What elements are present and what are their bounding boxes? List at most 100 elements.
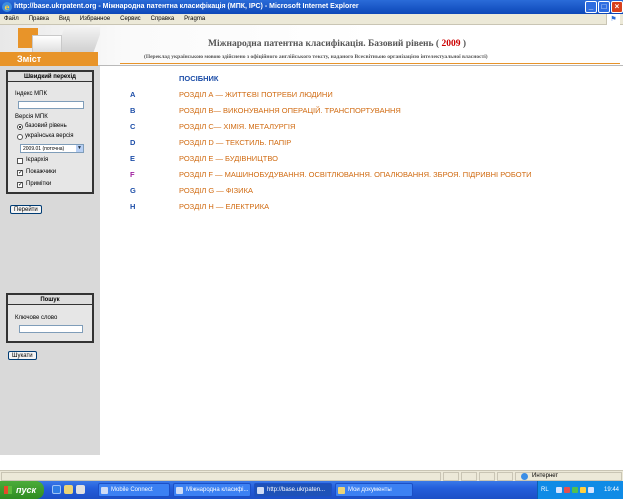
start-label: пуск (16, 485, 37, 495)
page-title-close: ) (462, 39, 467, 49)
section-link[interactable]: РОЗДІЛ С— ХІМІЯ. МЕТАЛУРГІЯ (179, 122, 295, 131)
main-content: ПОСІБНИК A РОЗДІЛ А — ЖИТТЄВІ ПОТРЕБИ ЛЮ… (100, 66, 623, 455)
checkbox-pointers[interactable]: ✓ (17, 170, 23, 176)
checkbox-pointers-label: Покажчики (26, 169, 57, 175)
quicklaunch-ie-icon[interactable] (52, 485, 61, 494)
status-pane (461, 472, 477, 481)
checkbox-notes[interactable]: ✓ (17, 182, 23, 188)
window-title: http://base.ukrpatent.org - Міжнародна п… (14, 3, 359, 10)
radio-ukrainian-version[interactable] (17, 134, 23, 140)
menu-file[interactable]: Файл (0, 14, 23, 25)
search-panel: Пошук Ключове слово (6, 293, 94, 343)
index-label: Індекс МПК (15, 91, 47, 97)
section-letter[interactable]: C (130, 122, 135, 131)
section-link[interactable]: РОЗДІЛ F — МАШИНОБУДУВАННЯ. ОСВІТЛЮВАННЯ… (179, 170, 532, 179)
close-button[interactable]: × (611, 1, 623, 13)
page-title-text: Міжнародна патентна класифікація. Базови… (208, 39, 440, 49)
search-heading: Пошук (8, 295, 92, 305)
section-link[interactable]: РОЗДІЛ А — ЖИТТЄВІ ПОТРЕБИ ЛЮДИНИ (179, 90, 333, 99)
windows-logo-icon (4, 486, 12, 494)
sidebar: Швидкий перехід Індекс МПК Версія МПК ба… (0, 66, 100, 455)
status-pane (497, 472, 513, 481)
keyword-input[interactable] (19, 325, 83, 333)
keyword-label: Ключове слово (15, 315, 58, 321)
status-bar: Интернет (0, 470, 623, 481)
task-mobile-connect[interactable]: Mobile Connect (98, 483, 170, 497)
tray-icon[interactable] (572, 487, 578, 493)
checkbox-hierarchy-label: Ієрархія (26, 157, 49, 163)
start-button[interactable]: пуск (0, 481, 44, 499)
menu-bar: Файл Правка Вид Избранное Сервис Справка… (0, 14, 623, 25)
page-subtitle: (Переклад українською мовою здійснено з … (144, 54, 488, 60)
status-pane (479, 472, 495, 481)
app-icon (176, 487, 183, 494)
version-select-value: 2009.01 (поточна) (23, 146, 65, 152)
page-title-year: 2009 (441, 39, 461, 49)
task-label: Мои документы (348, 487, 392, 493)
search-button[interactable]: Шукати (8, 351, 37, 360)
task-classification[interactable]: Міжнародна класифі... (173, 483, 251, 497)
guide-link[interactable]: ПОСІБНИК (179, 74, 219, 83)
status-pane (443, 472, 459, 481)
status-pane (1, 472, 441, 481)
task-label: Mobile Connect (111, 487, 153, 493)
section-link[interactable]: РОЗДІЛ В— ВИКОНУВАННЯ ОПЕРАЦІЙ. ТРАНСПОР… (179, 106, 401, 115)
section-letter[interactable]: H (130, 202, 135, 211)
globe-icon (521, 473, 528, 480)
quicklaunch-folder-icon[interactable] (64, 485, 73, 494)
page-title: Міжнародна патентна класифікація. Базови… (208, 39, 466, 49)
section-link[interactable]: РОЗДІЛ Е — БУДІВНИЦТВО (179, 154, 278, 163)
maximize-button[interactable]: □ (598, 1, 610, 13)
index-input[interactable] (18, 101, 84, 109)
language-indicator[interactable]: RL (541, 481, 549, 499)
menu-pragma[interactable]: Pragma (180, 14, 209, 25)
tray-icon[interactable] (580, 487, 586, 493)
radio-basic-level[interactable] (17, 124, 23, 130)
contents-link[interactable]: Зміст (0, 52, 98, 66)
quicklaunch-desktop-icon[interactable] (76, 485, 85, 494)
volume-icon[interactable] (588, 487, 594, 493)
section-letter[interactable]: E (130, 154, 135, 163)
tray-icon[interactable] (564, 487, 570, 493)
menu-view[interactable]: Вид (55, 14, 74, 25)
folder-icon (338, 487, 345, 494)
windows-flag-icon: ⚑ (606, 14, 620, 25)
checkbox-notes-label: Примітки (26, 181, 52, 187)
section-letter[interactable]: A (130, 90, 135, 99)
minimize-button[interactable]: _ (585, 1, 597, 13)
system-tray: RL 19:44 (537, 481, 623, 499)
site-logo: Зміст (0, 25, 100, 66)
menu-edit[interactable]: Правка (25, 14, 53, 25)
section-link[interactable]: РОЗДІЛ G — ФІЗИКА (179, 186, 253, 195)
quick-nav-heading: Швидкий перехід (8, 72, 92, 82)
section-letter[interactable]: F (130, 170, 135, 179)
taskbar: пуск Mobile Connect Міжнародна класифі..… (0, 481, 623, 499)
task-label: http://base.ukrpaten... (267, 487, 326, 493)
menu-tools[interactable]: Сервис (116, 14, 145, 25)
header-divider (120, 63, 620, 64)
tray-icon[interactable] (556, 487, 562, 493)
quick-nav-panel: Швидкий перехід Індекс МПК Версія МПК ба… (6, 70, 94, 194)
section-link[interactable]: РОЗДІЛ Н — ЕЛЕКТРИКА (179, 202, 269, 211)
section-letter[interactable]: D (130, 138, 135, 147)
window-title-bar[interactable]: e http://base.ukrpatent.org - Міжнародна… (0, 0, 623, 14)
section-letter[interactable]: G (130, 186, 136, 195)
version-label: Версія МПК (15, 114, 48, 120)
task-browser[interactable]: http://base.ukrpaten... (254, 483, 332, 497)
section-link[interactable]: РОЗДІЛ D — ТЕКСТИЛЬ. ПАПІР (179, 138, 291, 147)
ie-icon (257, 487, 264, 494)
radio-basic-level-label: базовий рівень (25, 123, 67, 129)
task-label: Міжнародна класифі... (186, 487, 249, 493)
section-letter[interactable]: B (130, 106, 135, 115)
go-button[interactable]: Перейти (10, 205, 42, 214)
page-header: Зміст Міжнародна патентна класифікація. … (0, 25, 623, 66)
clock[interactable]: 19:44 (604, 481, 619, 499)
internet-explorer-icon: e (2, 2, 12, 12)
menu-favorites[interactable]: Избранное (76, 14, 114, 25)
checkbox-hierarchy[interactable] (17, 158, 23, 164)
version-select[interactable]: 2009.01 (поточна) ▼ (20, 144, 84, 153)
menu-help[interactable]: Справка (147, 14, 179, 25)
radio-ukrainian-version-label: українська версія (25, 133, 74, 139)
task-my-documents[interactable]: Мои документы (335, 483, 413, 497)
app-icon (101, 487, 108, 494)
